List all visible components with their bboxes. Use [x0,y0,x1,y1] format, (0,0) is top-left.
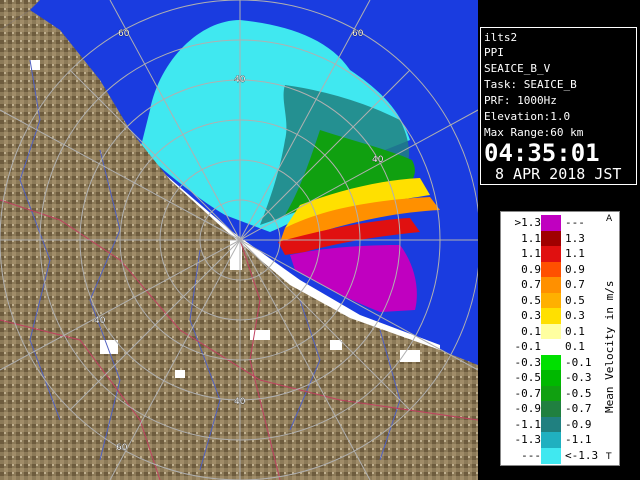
legend-right-value: --- [565,216,585,229]
legend-left-value: --- [521,448,541,462]
legend-color-swatch [541,447,561,464]
legend-left-value: -1.3 [514,433,542,446]
legend-row: 1.1 1.3 [501,230,621,247]
scan-info-panel: ilts2 PPI SEAICE_B_V Task: SEAICE_B PRF:… [480,27,637,185]
legend-right-value: -0.5 [565,386,592,400]
legend-right-value: 0.1 [565,324,585,338]
legend-right-value: 1.3 [565,231,585,245]
legend-row: >1.3 --- [501,215,621,231]
legend-right-value: -1.1 [565,433,592,446]
legend-right-value: 0.3 [565,309,585,322]
legend-right-value: -0.9 [565,417,592,431]
legend-left-value: 1.1 [521,231,541,245]
legend-left-value: -0.3 [514,355,542,369]
radar-map: 60 40 40 60 40 40 60 [0,0,478,480]
station-name: ilts2 [484,31,518,44]
range-label: 40 [94,316,106,326]
legend-right-value: 0.5 [565,293,585,307]
legend-color-swatch [541,292,561,309]
elevation-value: Elevation:1.0 [484,110,571,123]
legend-color-swatch [541,246,561,262]
legend-color-swatch [541,230,561,247]
legend-right-value: <-1.3 [565,448,599,462]
legend-right-value: 0.1 [565,340,585,353]
velocity-legend: A >1.3 --- 1.1 1.3 1.1 1.1 0.9 0.9 0.7 0.7 0.5 0.5 0… [500,211,620,466]
legend-left-value: >1.3 [514,216,542,229]
range-label: 40 [372,155,384,165]
legend-left-value: -0.7 [514,386,542,400]
legend-right-value: -0.7 [565,402,592,415]
scan-type: PPI [484,46,504,59]
legend-color-swatch [541,385,561,402]
legend-left-value: -0.9 [514,402,542,415]
range-label: 60 [352,29,364,39]
radar-ppi-view[interactable]: 60 40 40 60 40 40 60 [0,0,478,480]
legend-left-value: 0.9 [521,262,541,276]
legend-color-swatch [541,323,561,340]
range-label: 40 [234,397,246,407]
range-label: 60 [116,443,128,453]
legend-left-value: 0.7 [521,278,541,291]
legend-left-value: 0.3 [521,309,541,322]
legend-left-value: 0.5 [521,293,541,307]
legend-color-swatch [541,370,561,386]
legend-color-swatch [541,354,561,371]
legend-title: Mean Velocity in m/s [603,280,616,414]
legend-row: --- <-1.3 [501,447,621,464]
scan-time: 04:35:01 [484,139,600,167]
prf-value: PRF: 1000Hz [484,94,557,107]
legend-left-value: -1.1 [514,417,542,431]
legend-color-swatch [541,308,561,324]
legend-color-swatch [541,401,561,417]
legend-right-value: 0.7 [565,278,585,291]
legend-left-value: 0.1 [521,324,541,338]
legend-tick-bottom: T [606,452,612,462]
legend-left-value: -0.1 [514,340,542,353]
legend-color-swatch [541,432,561,448]
task-name: Task: SEAICE_B [484,78,577,91]
legend-color-swatch [541,261,561,278]
legend-right-value: -0.3 [565,371,592,384]
legend-right-value: -0.1 [565,355,592,369]
legend-left-value: 1.1 [521,247,541,260]
scan-date: 8 APR 2018 JST [495,165,622,183]
max-range-value: Max Range:60 km [484,126,584,139]
range-label: 40 [234,75,246,85]
legend-color-swatch [541,277,561,293]
range-label: 60 [118,29,130,39]
legend-color-swatch [541,215,561,231]
legend-left-value: -0.5 [514,371,542,384]
legend-color-swatch [541,339,561,355]
legend-right-value: 0.9 [565,262,585,276]
product-name: SEAICE_B_V [484,62,551,75]
legend-right-value: 1.1 [565,247,585,260]
legend-color-swatch [541,416,561,433]
